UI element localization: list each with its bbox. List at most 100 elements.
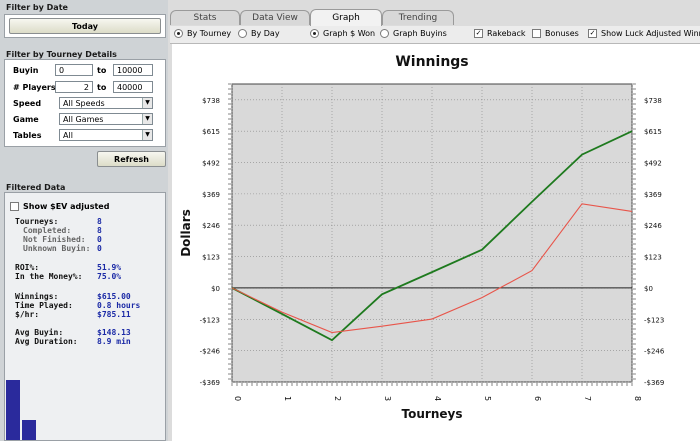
y-axis-label: Dollars	[179, 209, 193, 257]
stat-value: 8	[97, 226, 102, 235]
y-tick-label-left: $0	[211, 285, 220, 293]
graph-buyins-option[interactable]: Graph Buyins	[380, 29, 447, 38]
tab-graph[interactable]: Graph	[310, 9, 382, 26]
stat-value: $615.00	[97, 292, 131, 301]
y-tick-label-right: $615	[644, 128, 662, 136]
y-tick-label-left: -$123	[200, 316, 220, 324]
bonuses-checkbox[interactable]	[532, 29, 541, 38]
show-luck-option[interactable]: ✓ Show Luck Adjusted Winn	[588, 29, 700, 38]
bonuses-option[interactable]: Bonuses	[532, 29, 579, 38]
show-luck-label: Show Luck Adjusted Winn	[601, 29, 700, 38]
by-day-option[interactable]: By Day	[238, 29, 280, 38]
radio-icon[interactable]	[174, 29, 183, 38]
tab-data-view[interactable]: Data View	[240, 10, 310, 25]
x-tick-label: 0	[233, 396, 242, 401]
tables-label: Tables	[13, 131, 42, 140]
stat-label: Completed:	[23, 226, 72, 235]
filter-date-title: Filter by Date	[6, 3, 68, 12]
buyin-max-input[interactable]: 10000	[113, 64, 153, 76]
tab-trending[interactable]: Trending	[382, 10, 454, 25]
y-tick-label-right: -$123	[644, 316, 664, 324]
stat-value: $785.11	[97, 310, 131, 319]
today-button[interactable]: Today	[9, 18, 161, 34]
mini-bar	[22, 420, 36, 440]
y-tick-label-left: $369	[202, 191, 220, 199]
show-ev-checkbox[interactable]	[10, 202, 19, 211]
y-tick-label-right: -$369	[644, 379, 664, 387]
stat-value: 0.8 hours	[97, 301, 141, 310]
y-tick-label-right: -$246	[644, 348, 665, 356]
stat-label: Unknown Buyin:	[23, 244, 91, 253]
stat-value: $148.13	[97, 328, 131, 337]
y-tick-label-right: $123	[644, 254, 662, 262]
bonuses-label: Bonuses	[545, 29, 579, 38]
chevron-down-icon[interactable]: ▼	[142, 98, 152, 108]
game-select[interactable]: All Games ▼	[59, 113, 153, 125]
mini-bar	[6, 380, 20, 440]
buyin-min-input[interactable]: 0	[55, 64, 93, 76]
stat-value: 8	[97, 217, 102, 226]
stat-value: 51.9%	[97, 263, 122, 272]
stat-label: Avg Duration:	[15, 337, 78, 346]
y-tick-label-left: $738	[202, 97, 220, 105]
chart-title: Winnings	[395, 54, 468, 70]
filtered-data-box: Show $EV adjusted Tourneys: 8 Completed: 8 N…	[4, 192, 166, 441]
stat-label: Winnings:	[15, 292, 59, 301]
show-luck-checkbox[interactable]: ✓	[588, 29, 597, 38]
show-ev-option[interactable]: Show $EV adjusted	[10, 202, 109, 211]
x-tick-label: 2	[333, 396, 342, 401]
y-tick-label-right: $492	[644, 160, 662, 168]
speed-label: Speed	[13, 99, 42, 108]
graph-won-option[interactable]: Graph $ Won	[310, 29, 375, 38]
y-tick-label-left: -$246	[200, 348, 221, 356]
plot-area	[231, 83, 633, 383]
speed-value: All Speeds	[63, 99, 105, 108]
tables-value: All	[63, 131, 73, 140]
stat-value: 75.0%	[97, 272, 122, 281]
y-tick-label-left: $123	[202, 254, 220, 262]
refresh-button[interactable]: Refresh	[97, 151, 166, 167]
stat-label: Not Finished:	[23, 235, 86, 244]
rakeback-checkbox[interactable]: ✓	[474, 29, 483, 38]
players-max-input[interactable]: 40000	[113, 81, 153, 93]
y-tick-label-left: $492	[202, 160, 220, 168]
rakeback-label: Rakeback	[487, 29, 526, 38]
stat-label: ROI%:	[15, 263, 40, 272]
radio-icon[interactable]	[310, 29, 319, 38]
tab-bar: Stats Data View Graph Trending	[170, 8, 700, 26]
x-axis-label: Tourneys	[402, 407, 463, 421]
stat-value: 0	[97, 244, 102, 253]
filtered-data-title: Filtered Data	[6, 183, 66, 192]
game-label: Game	[13, 115, 39, 124]
players-to-label: to	[97, 83, 107, 92]
stat-label: Avg Buyin:	[15, 328, 64, 337]
filter-tourney-box: Buyin 0 to 10000 # Players 2 to 40000 Sp…	[4, 59, 166, 147]
buyin-label: Buyin	[13, 66, 39, 75]
y-tick-label-right: $369	[644, 191, 662, 199]
y-tick-label-right: $246	[644, 222, 662, 230]
graph-buyins-label: Graph Buyins	[393, 29, 447, 38]
radio-icon[interactable]	[380, 29, 389, 38]
x-tick-label: 8	[633, 396, 642, 401]
tables-select[interactable]: All ▼	[59, 129, 153, 141]
x-tick-label: 3	[383, 396, 392, 401]
filter-panel: Filter by Date Today Filter by Tourney D…	[0, 0, 168, 441]
by-tourney-option[interactable]: By Tourney	[174, 29, 231, 38]
stat-label: Time Played:	[15, 301, 73, 310]
game-value: All Games	[63, 115, 104, 124]
radio-icon[interactable]	[238, 29, 247, 38]
winnings-chart: 0 1 2 3 4 5 6 7 8 $738 $738 $615 $615 $492 $492 $369 $36…	[179, 54, 665, 421]
tab-stats[interactable]: Stats	[170, 10, 240, 25]
graph-options-bar: By Tourney By Day Graph $ Won Graph Buyi…	[170, 26, 700, 44]
x-tick-label: 5	[483, 396, 492, 401]
players-min-input[interactable]: 2	[55, 81, 93, 93]
speed-select[interactable]: All Speeds ▼	[59, 97, 153, 109]
buyin-to-label: to	[97, 66, 107, 75]
chevron-down-icon[interactable]: ▼	[142, 114, 152, 124]
stat-value: 0	[97, 235, 102, 244]
chevron-down-icon[interactable]: ▼	[142, 130, 152, 140]
x-tick-label: 1	[283, 396, 292, 401]
y-tick-label-left: $615	[202, 128, 220, 136]
by-tourney-label: By Tourney	[187, 29, 232, 38]
rakeback-option[interactable]: ✓ Rakeback	[474, 29, 526, 38]
